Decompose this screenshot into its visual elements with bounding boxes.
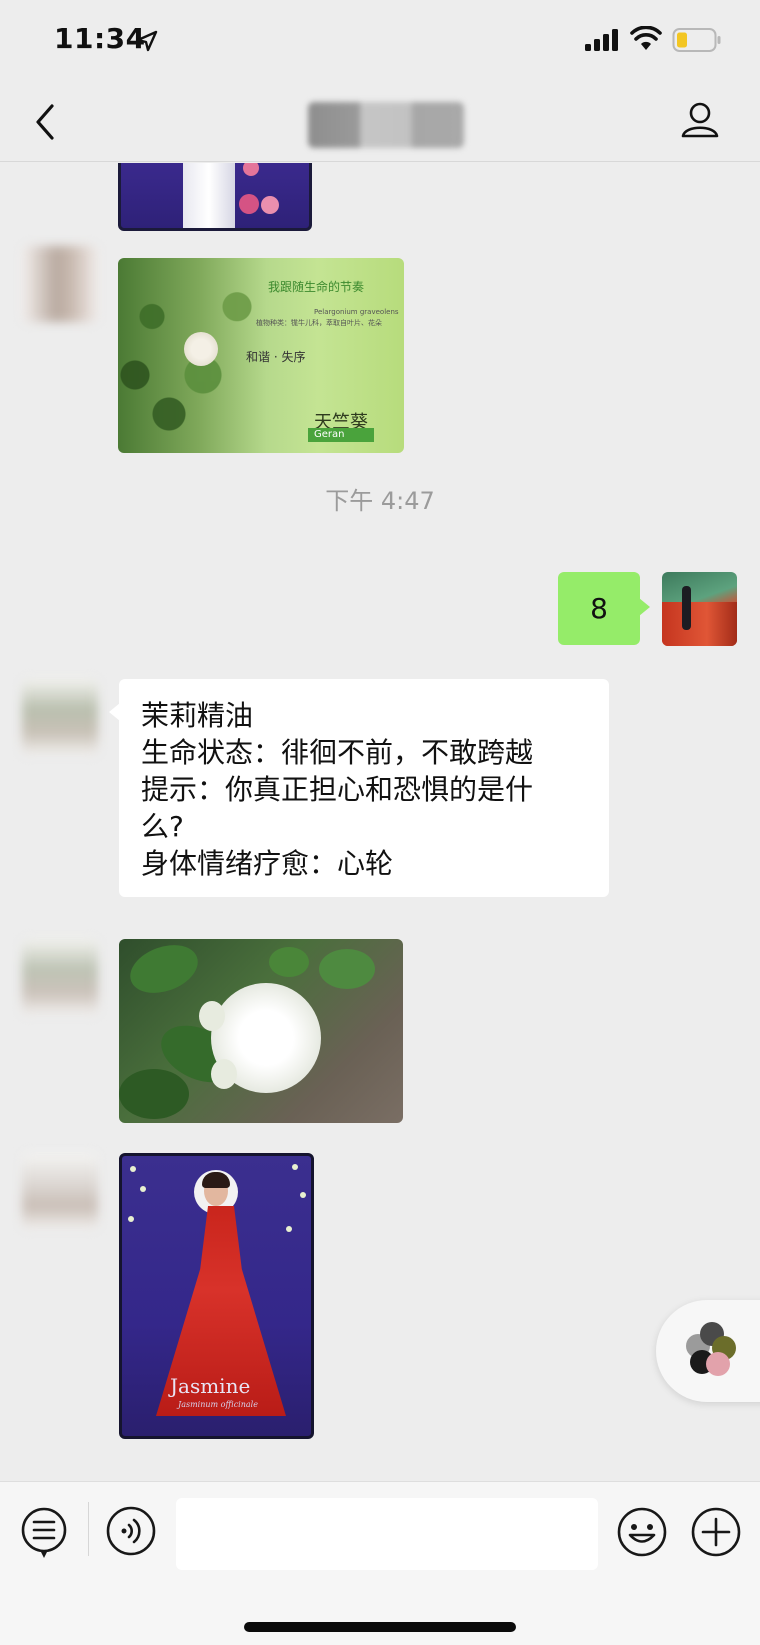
- voice-input-icon[interactable]: [106, 1506, 156, 1556]
- message-line: 身体情绪疗愈：心轮: [141, 847, 394, 880]
- profile-icon[interactable]: [680, 100, 720, 140]
- card-title: 我跟随生命的节奏: [268, 280, 365, 294]
- card-latin-name: Pelargonium graveolens: [314, 308, 399, 316]
- card-theme: 和谐 · 失序: [246, 350, 306, 364]
- sender-avatar[interactable]: [22, 246, 98, 322]
- image-content: [300, 1192, 306, 1198]
- image-content: [286, 1226, 292, 1232]
- image-message-jasmine-card[interactable]: Jasmine Jasminum officinale: [119, 1153, 314, 1439]
- message-timestamp: 下午 4:47: [325, 487, 435, 515]
- image-content: [243, 163, 259, 176]
- image-content: [119, 1069, 189, 1119]
- image-message-partial[interactable]: [118, 163, 312, 231]
- text-message-bubble[interactable]: 茉莉精油 生命状态：徘徊不前，不敢跨越 提示：你真正担心和恐惧的是什 么? 身体…: [109, 679, 609, 897]
- status-time: 11:34: [54, 22, 146, 55]
- card-latin-name: Jasminum officinale: [178, 1400, 258, 1409]
- image-content: [199, 1001, 225, 1031]
- image-content: [292, 1164, 298, 1170]
- image-content: [140, 1186, 146, 1192]
- emoji-icon[interactable]: [616, 1506, 668, 1558]
- image-content: [269, 947, 309, 977]
- image-content: [183, 163, 235, 228]
- menu-list-icon[interactable]: [20, 1506, 68, 1562]
- back-chevron-icon[interactable]: [30, 102, 60, 142]
- image-content: [184, 332, 218, 366]
- sender-avatar[interactable]: [22, 1153, 98, 1229]
- cellular-signal-icon: [585, 29, 618, 51]
- my-message-bubble[interactable]: 8: [558, 572, 650, 645]
- message-line: 茉莉精油: [141, 699, 254, 732]
- home-indicator: [244, 1622, 516, 1632]
- image-content: [239, 194, 259, 214]
- location-arrow-icon: [136, 30, 158, 52]
- card-banner: Geran: [308, 428, 374, 442]
- battery-icon: [672, 28, 721, 52]
- sender-avatar[interactable]: [22, 939, 98, 1015]
- card-description: 植物种类：牻牛儿科，萃取自叶片、花朵: [256, 319, 382, 327]
- image-content: [128, 1216, 134, 1222]
- message-input[interactable]: [176, 1498, 598, 1570]
- plus-icon[interactable]: [690, 1506, 742, 1558]
- message-line: 生命状态：徘徊不前，不敢跨越: [141, 736, 534, 769]
- image-content: [130, 1166, 136, 1172]
- card-plant-name: Jasmine: [170, 1374, 251, 1398]
- wifi-icon: [630, 26, 662, 50]
- message-line: 么?: [141, 810, 184, 843]
- image-content: [211, 1059, 237, 1089]
- status-bar: 11:34: [0, 0, 760, 82]
- image-content: [662, 602, 737, 646]
- divider: [88, 1502, 89, 1556]
- image-message-jasmine-photo[interactable]: [119, 939, 403, 1123]
- input-bar: [0, 1481, 760, 1645]
- image-content: [123, 939, 205, 1002]
- sender-avatar[interactable]: [22, 679, 98, 755]
- message-line: 提示：你真正担心和恐惧的是什: [141, 773, 534, 806]
- contact-name-blurred: [308, 102, 464, 148]
- chat-history[interactable]: 我跟随生命的节奏 Pelargonium graveolens 植物种类：牻牛儿…: [0, 163, 760, 1481]
- image-content: [682, 586, 691, 630]
- nav-bar: [0, 82, 760, 162]
- image-content: [261, 196, 279, 214]
- image-message-geranium-card[interactable]: 我跟随生命的节奏 Pelargonium graveolens 植物种类：牻牛儿…: [118, 258, 404, 453]
- flower-logo-icon: [686, 1322, 736, 1376]
- floating-mini-program-button[interactable]: [656, 1300, 760, 1402]
- my-avatar[interactable]: [662, 572, 737, 646]
- image-content: [202, 1172, 230, 1188]
- image-content: [319, 949, 375, 989]
